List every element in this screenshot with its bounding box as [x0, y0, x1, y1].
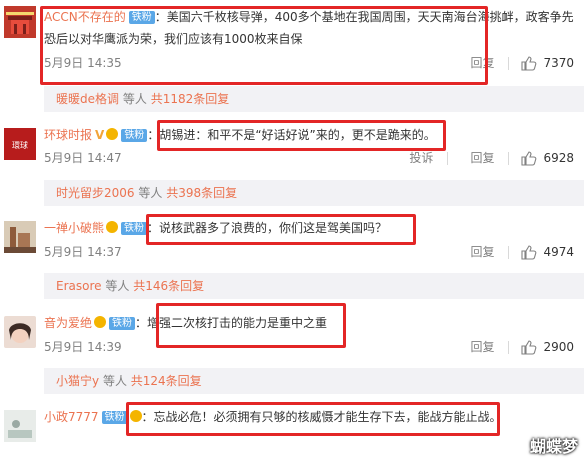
reply-user[interactable]: 时光留步2006	[56, 186, 135, 200]
reply-user[interactable]: 小猫宁y	[56, 374, 99, 388]
avatar-image-icon	[4, 410, 36, 442]
username[interactable]: 音为爱绝	[44, 316, 92, 330]
reply-user[interactable]: 暖暖de格调	[56, 92, 119, 106]
watermark-text: 蝴蝶梦	[529, 437, 578, 456]
timestamp: 5月9日 14:39	[44, 340, 122, 354]
reply-others-label: 等人	[102, 374, 127, 388]
reply-count[interactable]: 共146条回复	[133, 279, 204, 293]
avatar[interactable]	[4, 6, 36, 38]
heart-fan-icon	[94, 316, 107, 328]
like-button[interactable]: 7370	[521, 54, 574, 72]
reply-others-label: 等人	[105, 279, 130, 293]
timestamp: 5月9日 14:37	[44, 245, 122, 259]
like-button[interactable]: 4974	[521, 243, 574, 261]
timestamp: 5月9日 14:47	[44, 151, 122, 165]
username[interactable]: 环球时报	[44, 128, 92, 142]
like-button[interactable]: 2900	[521, 338, 574, 356]
fan-badge: 铁粉	[109, 317, 136, 330]
like-button[interactable]: 6928	[521, 149, 574, 167]
reply-summary[interactable]: 小猫宁y 等人 共124条回复	[44, 368, 584, 394]
divider	[508, 56, 510, 70]
reply-others-label: 等人	[138, 186, 163, 200]
fan-badge: 铁粉	[121, 222, 148, 235]
highlight-box	[157, 120, 446, 151]
reply-count[interactable]: 共398条回复	[166, 186, 237, 200]
fan-badge: 铁粉	[101, 411, 128, 424]
avatar[interactable]	[4, 221, 36, 253]
like-count: 7370	[543, 56, 574, 70]
divider	[508, 151, 510, 165]
comment-meta: 5月9日 14:47 投诉 回复 6928	[44, 149, 574, 167]
like-count: 2900	[543, 340, 574, 354]
avatar-image-icon	[4, 316, 36, 348]
reply-summary[interactable]: 暖暖de格调 等人 共1182条回复	[44, 86, 584, 112]
reply-summary[interactable]: 时光留步2006 等人 共398条回复	[44, 180, 584, 206]
reply-count[interactable]: 共124条回复	[131, 374, 202, 388]
highlight-box	[146, 214, 416, 245]
reply-count[interactable]: 共1182条回复	[151, 92, 230, 106]
reply-button[interactable]: 回复	[470, 338, 494, 356]
highlight-box	[156, 303, 346, 348]
avatar[interactable]	[4, 410, 36, 442]
thumbs-up-icon	[521, 339, 537, 355]
reply-summary[interactable]: Erasore 等人 共146条回复	[44, 273, 584, 299]
divider	[508, 245, 510, 259]
avatar[interactable]	[4, 316, 36, 348]
username[interactable]: 一禅小破熊	[44, 221, 104, 235]
reply-button[interactable]: 回复	[470, 243, 494, 261]
report-button[interactable]: 投诉	[409, 149, 433, 167]
divider	[447, 151, 449, 165]
avatar[interactable]: 環球	[4, 128, 36, 160]
verified-icon: V	[95, 128, 105, 142]
avatar-image-icon	[4, 6, 36, 38]
username[interactable]: 小政7777	[44, 410, 99, 424]
thumbs-up-icon	[521, 55, 537, 71]
heart-fan-icon	[106, 128, 119, 140]
heart-fan-icon	[106, 221, 119, 233]
avatar-image-icon	[4, 221, 36, 253]
avatar-image-icon: 環球	[4, 128, 36, 160]
fan-badge: 铁粉	[121, 129, 148, 142]
svg-text:環球: 環球	[12, 140, 28, 150]
reply-others-label: 等人	[122, 92, 147, 106]
highlight-box	[40, 6, 488, 85]
like-count: 6928	[543, 151, 574, 165]
divider	[508, 340, 510, 354]
comment-meta: 5月9日 14:37 回复 4974	[44, 243, 574, 261]
highlight-box	[126, 402, 500, 436]
reply-button[interactable]: 回复	[470, 149, 494, 167]
thumbs-up-icon	[521, 244, 537, 260]
thumbs-up-icon	[521, 150, 537, 166]
like-count: 4974	[543, 245, 574, 259]
reply-user[interactable]: Erasore	[56, 279, 102, 293]
